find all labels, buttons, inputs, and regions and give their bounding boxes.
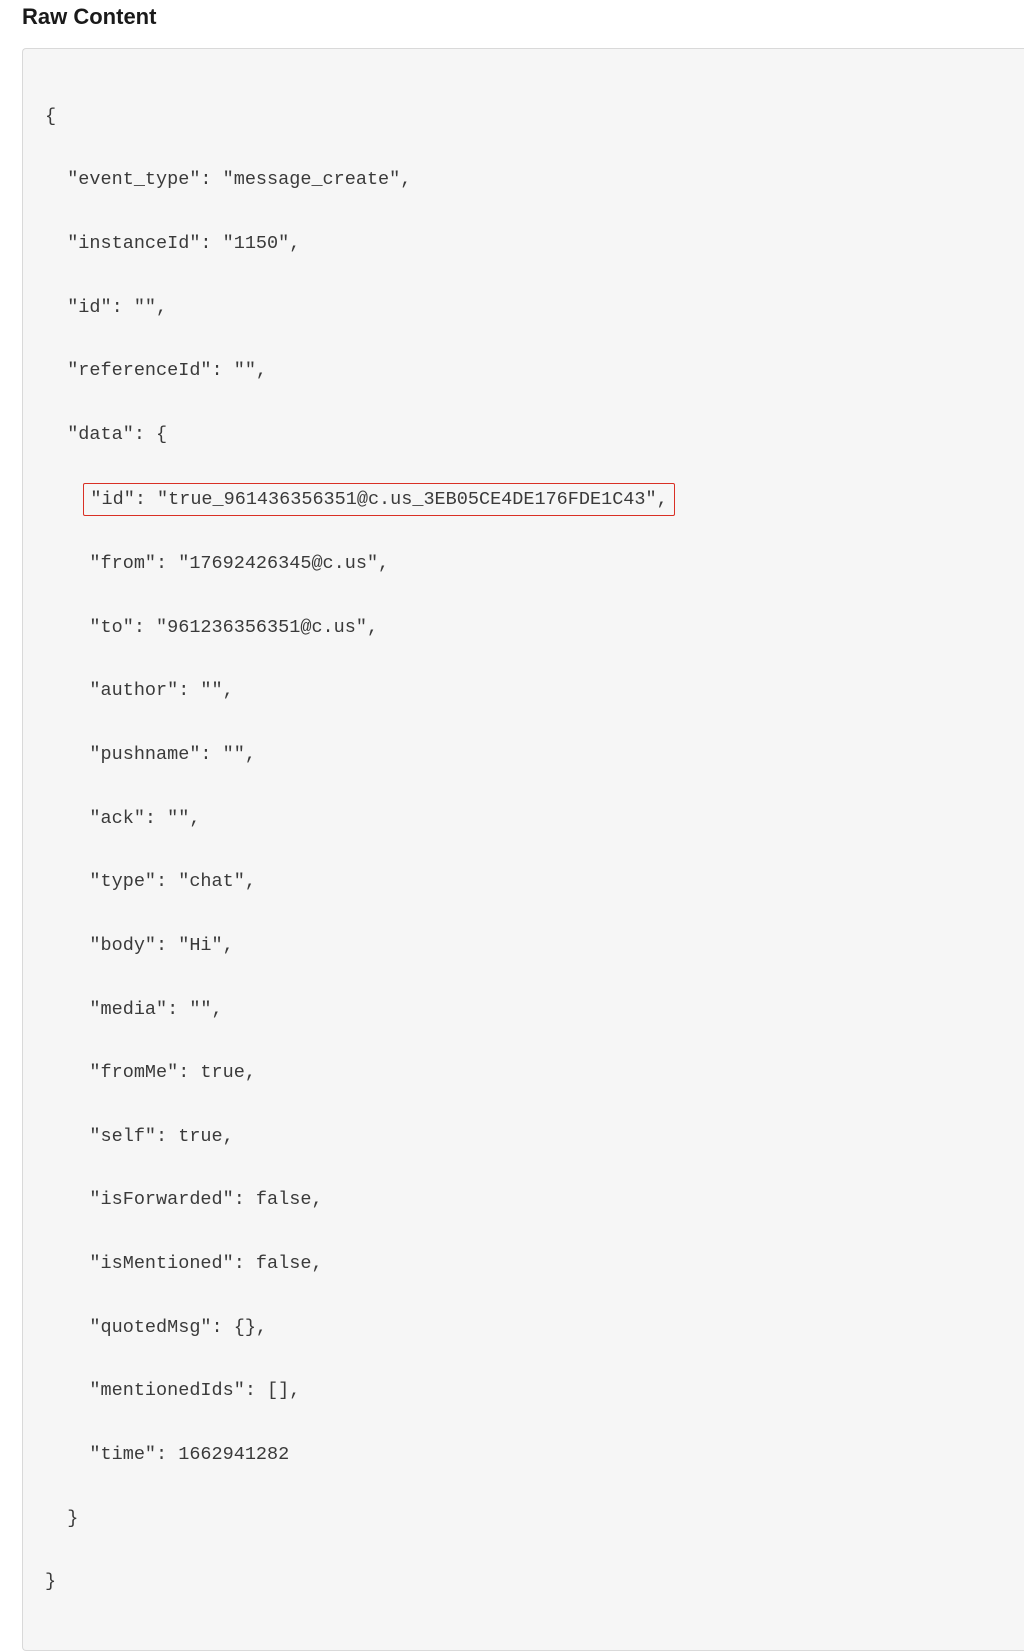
code-line: "pushname": "", <box>45 739 1008 771</box>
code-line: "fromMe": true, <box>45 1057 1008 1089</box>
section-title: Raw Content <box>22 4 1024 30</box>
code-line: "instanceId": "1150", <box>45 228 1008 260</box>
code-line-highlighted: "id": "true_961436356351@c.us_3EB05CE4DE… <box>45 483 1008 517</box>
code-line: "to": "961236356351@c.us", <box>45 612 1008 644</box>
code-line: "event_type": "message_create", <box>45 164 1008 196</box>
code-line: "quotedMsg": {}, <box>45 1312 1008 1344</box>
code-line: "type": "chat", <box>45 866 1008 898</box>
code-line: "ack": "", <box>45 803 1008 835</box>
code-line: "isMentioned": false, <box>45 1248 1008 1280</box>
code-line: "time": 1662941282 <box>45 1439 1008 1471</box>
code-line: { <box>45 101 1008 133</box>
code-line: "isForwarded": false, <box>45 1184 1008 1216</box>
code-line: "mentionedIds": [], <box>45 1375 1008 1407</box>
raw-content-code-block: { "event_type": "message_create", "insta… <box>22 48 1024 1651</box>
code-line: } <box>45 1503 1008 1535</box>
code-line: "body": "Hi", <box>45 930 1008 962</box>
code-line: "self": true, <box>45 1121 1008 1153</box>
code-line: "id": "", <box>45 292 1008 324</box>
code-line: "referenceId": "", <box>45 355 1008 387</box>
code-line: } <box>45 1566 1008 1598</box>
code-line: "media": "", <box>45 994 1008 1026</box>
code-line: "author": "", <box>45 675 1008 707</box>
code-line: "data": { <box>45 419 1008 451</box>
code-line: "from": "17692426345@c.us", <box>45 548 1008 580</box>
highlight-box: "id": "true_961436356351@c.us_3EB05CE4DE… <box>83 483 674 517</box>
